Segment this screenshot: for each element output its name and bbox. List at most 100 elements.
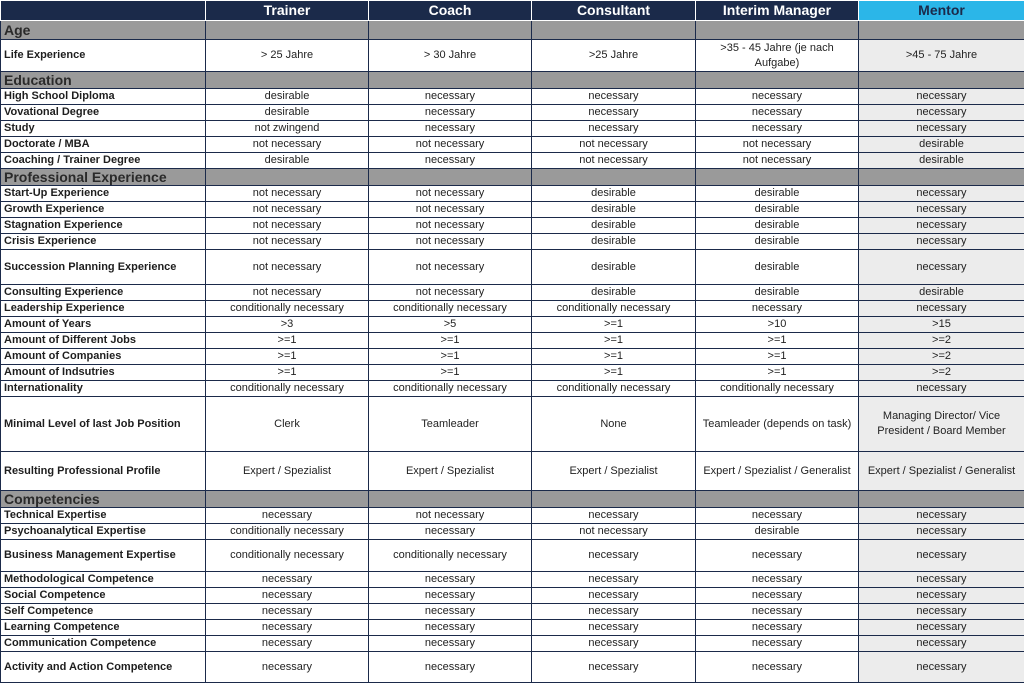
cell-trainer: >3 <box>206 317 369 333</box>
cell-mentor: necessary <box>859 301 1024 317</box>
section-cell <box>859 169 1024 186</box>
cell-coach: necessary <box>369 652 532 683</box>
cell-consultant: desirable <box>532 186 696 202</box>
table-row-internationality: Internationalityconditionally necessaryc… <box>1 381 1024 397</box>
cell-consultant: desirable <box>532 234 696 250</box>
cell-interim-manager: necessary <box>696 572 859 588</box>
cell-trainer: desirable <box>206 105 369 121</box>
section-cell <box>369 72 532 89</box>
section-title: Professional Experience <box>1 169 206 186</box>
cell-mentor: necessary <box>859 572 1024 588</box>
cell-coach: necessary <box>369 636 532 652</box>
cell-interim-manager: desirable <box>696 285 859 301</box>
cell-interim-manager: Teamleader (depends on task) <box>696 397 859 452</box>
table-row-consulting: Consulting Experiencenot necessarynot ne… <box>1 285 1024 301</box>
cell-consultant: desirable <box>532 218 696 234</box>
cell-consultant: None <box>532 397 696 452</box>
cell-interim-manager: necessary <box>696 508 859 524</box>
row-label: Business Management Expertise <box>1 540 206 572</box>
table-row-vocational: Vovational Degreedesirablenecessaryneces… <box>1 105 1024 121</box>
cell-interim-manager: desirable <box>696 250 859 285</box>
row-label: Consulting Experience <box>1 285 206 301</box>
cell-trainer: desirable <box>206 89 369 105</box>
cell-interim-manager: necessary <box>696 652 859 683</box>
row-label: Psychoanalytical Expertise <box>1 524 206 540</box>
cell-coach: not necessary <box>369 234 532 250</box>
cell-coach: > 30 Jahre <box>369 40 532 72</box>
cell-coach: >=1 <box>369 349 532 365</box>
cell-coach: >5 <box>369 317 532 333</box>
cell-interim-manager: necessary <box>696 89 859 105</box>
row-label: Activity and Action Competence <box>1 652 206 683</box>
cell-mentor: necessary <box>859 89 1024 105</box>
cell-consultant: conditionally necessary <box>532 381 696 397</box>
table-row-jobs: Amount of Different Jobs>=1>=1>=1>=1>=2 <box>1 333 1024 349</box>
section-row-age: Age <box>1 21 1024 40</box>
row-label: Amount of Different Jobs <box>1 333 206 349</box>
row-label: Study <box>1 121 206 137</box>
cell-mentor: necessary <box>859 121 1024 137</box>
section-cell <box>369 21 532 40</box>
cell-coach: not necessary <box>369 186 532 202</box>
cell-consultant: necessary <box>532 604 696 620</box>
table-row-crisis: Crisis Experiencenot necessarynot necess… <box>1 234 1024 250</box>
cell-interim-manager: necessary <box>696 105 859 121</box>
table-row-industries: Amount of Indsutries>=1>=1>=1>=1>=2 <box>1 365 1024 381</box>
cell-consultant: >=1 <box>532 349 696 365</box>
cell-trainer: not necessary <box>206 250 369 285</box>
cell-trainer: not necessary <box>206 234 369 250</box>
cell-mentor: necessary <box>859 540 1024 572</box>
cell-mentor: necessary <box>859 186 1024 202</box>
row-label: Vovational Degree <box>1 105 206 121</box>
header-mentor: Mentor <box>859 1 1024 21</box>
section-row-professional: Professional Experience <box>1 169 1024 186</box>
section-row-competencies: Competencies <box>1 491 1024 508</box>
cell-coach: not necessary <box>369 202 532 218</box>
cell-interim-manager: Expert / Spezialist / Generalist <box>696 452 859 491</box>
table-row-study: Studynot zwingendnecessarynecessaryneces… <box>1 121 1024 137</box>
section-cell <box>532 21 696 40</box>
cell-interim-manager: not necessary <box>696 137 859 153</box>
section-cell <box>859 491 1024 508</box>
cell-consultant: >=1 <box>532 317 696 333</box>
table-row-companies: Amount of Companies>=1>=1>=1>=1>=2 <box>1 349 1024 365</box>
table-row-growth: Growth Experiencenot necessarynot necess… <box>1 202 1024 218</box>
cell-mentor: necessary <box>859 250 1024 285</box>
cell-trainer: >=1 <box>206 349 369 365</box>
row-label: Start-Up Experience <box>1 186 206 202</box>
table-row-startup: Start-Up Experiencenot necessarynot nece… <box>1 186 1024 202</box>
cell-interim-manager: necessary <box>696 540 859 572</box>
header-row: Trainer Coach Consultant Interim Manager… <box>1 1 1024 21</box>
section-cell <box>532 72 696 89</box>
cell-trainer: Clerk <box>206 397 369 452</box>
cell-mentor: necessary <box>859 604 1024 620</box>
cell-consultant: necessary <box>532 652 696 683</box>
cell-trainer: necessary <box>206 652 369 683</box>
cell-interim-manager: not necessary <box>696 153 859 169</box>
cell-mentor: necessary <box>859 636 1024 652</box>
row-label: Life Experience <box>1 40 206 72</box>
row-label: Growth Experience <box>1 202 206 218</box>
cell-mentor: necessary <box>859 588 1024 604</box>
cell-consultant: not necessary <box>532 137 696 153</box>
cell-interim-manager: necessary <box>696 604 859 620</box>
cell-consultant: necessary <box>532 620 696 636</box>
cell-mentor: desirable <box>859 153 1024 169</box>
row-label: Amount of Indsutries <box>1 365 206 381</box>
cell-consultant: necessary <box>532 636 696 652</box>
cell-mentor: >=2 <box>859 365 1024 381</box>
cell-trainer: conditionally necessary <box>206 524 369 540</box>
row-label: Resulting Professional Profile <box>1 452 206 491</box>
cell-mentor: >15 <box>859 317 1024 333</box>
cell-trainer: necessary <box>206 604 369 620</box>
cell-consultant: necessary <box>532 588 696 604</box>
cell-trainer: >=1 <box>206 365 369 381</box>
row-label: Amount of Years <box>1 317 206 333</box>
section-cell <box>369 491 532 508</box>
cell-trainer: not necessary <box>206 186 369 202</box>
cell-trainer: >=1 <box>206 333 369 349</box>
table-row-high-school: High School Diplomadesirablenecessarynec… <box>1 89 1024 105</box>
cell-interim-manager: desirable <box>696 234 859 250</box>
cell-coach: necessary <box>369 89 532 105</box>
section-title: Education <box>1 72 206 89</box>
